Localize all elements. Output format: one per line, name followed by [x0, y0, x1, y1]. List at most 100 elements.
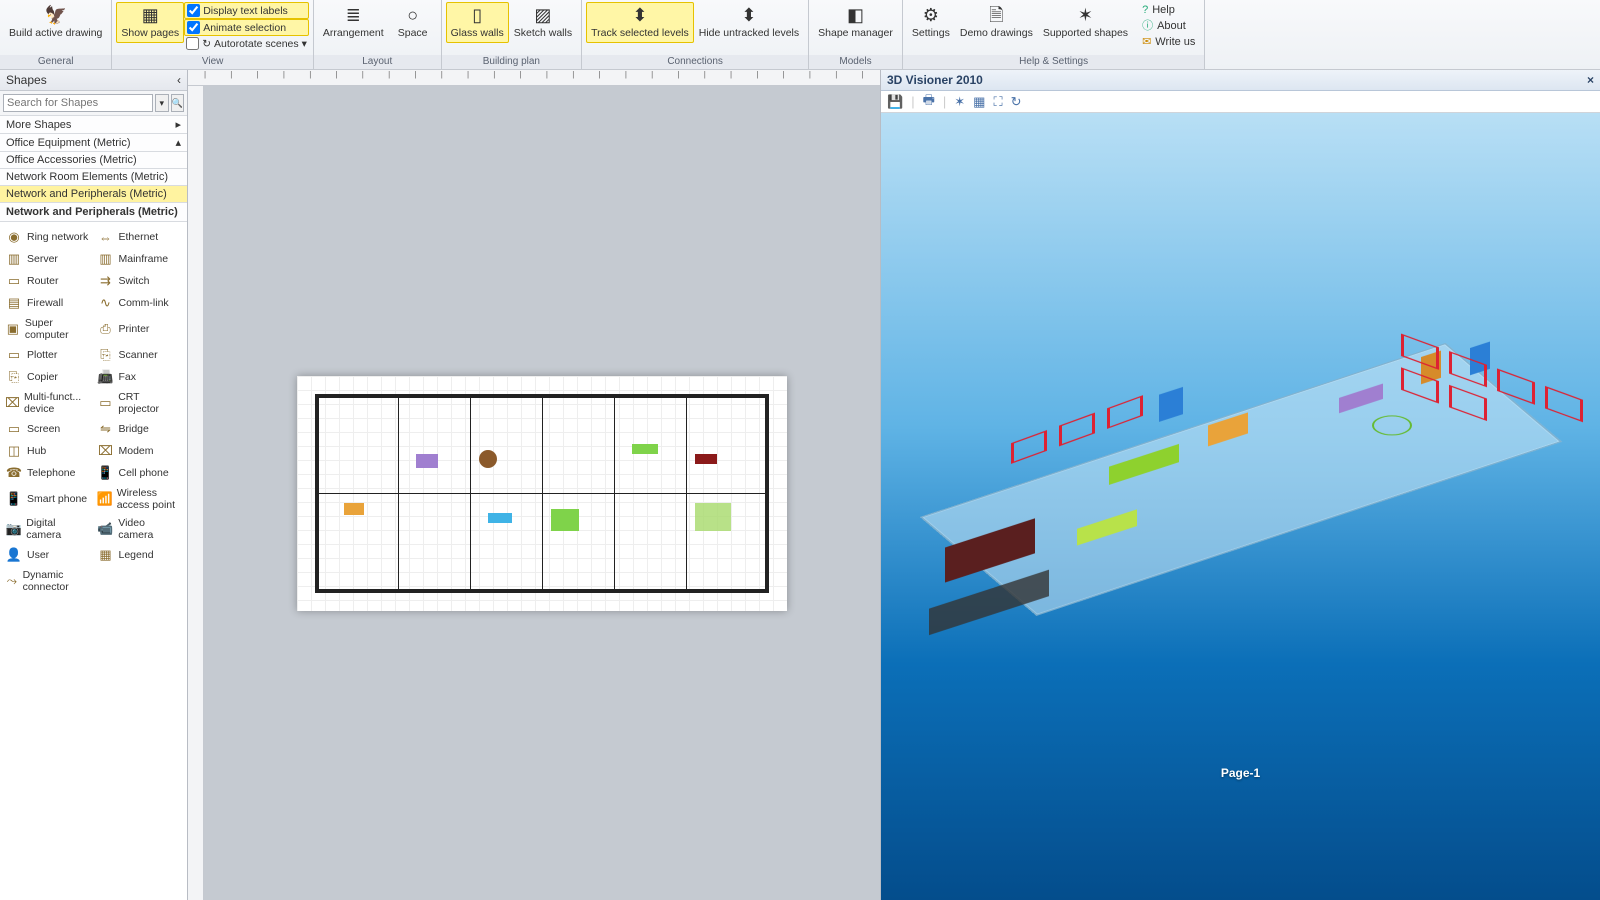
shape-item[interactable]: ▭Screen — [2, 418, 94, 440]
shape-item[interactable]: ⇋ Bridge — [94, 418, 186, 440]
save-icon[interactable]: 💾 — [887, 94, 903, 110]
show-pages-button[interactable]: ▦Show pages — [116, 2, 184, 43]
shape-icon: ⌧ — [5, 395, 20, 411]
demo-drawings-button[interactable]: 🗎Demo drawings — [955, 2, 1038, 43]
arrangement-button[interactable]: ≣Arrangement — [318, 2, 389, 43]
shape-item[interactable]: 👤User — [2, 544, 94, 566]
shape-item[interactable]: ▤Firewall — [2, 292, 94, 314]
sketch-walls-button[interactable]: ▨Sketch walls — [509, 2, 577, 43]
shape-icon: ▭ — [5, 273, 23, 289]
shape-label: Video camera — [118, 517, 182, 541]
shapes-panel-title: Shapes‹ — [0, 70, 187, 91]
rotate-icon[interactable]: ↻ — [1011, 94, 1022, 110]
shapes-panel: Shapes‹ ▾ 🔍 More Shapes▸ Office Equipmen… — [0, 70, 188, 900]
chevron-up-icon: ▴ — [175, 136, 181, 149]
shape-item[interactable]: ⇔Ethernet — [94, 226, 186, 248]
hide-untracked-levels-button[interactable]: ⬍Hide untracked levels — [694, 2, 804, 43]
shape-item[interactable]: ⤳Dynamic connector — [2, 566, 94, 596]
stencil-category[interactable]: Network Room Elements (Metric) — [0, 169, 187, 186]
shape-icon: ◉ — [5, 229, 23, 245]
shape-item[interactable]: 📶Wireless access point — [94, 484, 186, 514]
shape-icon: ⌧ — [97, 443, 115, 459]
visioner-panel: 3D Visioner 2010× 💾| 🖶| ✶ ▦ ⛶ ↻ — [880, 70, 1600, 900]
write-us-link[interactable]: ✉Write us — [1137, 34, 1200, 50]
shape-label: Legend — [119, 549, 154, 561]
shape-label: Multi-funct... device — [24, 391, 91, 415]
more-shapes-link[interactable]: More Shapes▸ — [0, 116, 187, 134]
visioner-page-label: Page-1 — [1221, 766, 1260, 780]
shape-item[interactable]: 📠Fax — [94, 366, 186, 388]
search-icon[interactable]: 🔍 — [171, 94, 185, 112]
shape-item[interactable]: ⌧Modem — [94, 440, 186, 462]
chevron-right-icon: ▸ — [175, 118, 181, 131]
track-selected-levels-button[interactable]: ⬍Track selected levels — [586, 2, 694, 43]
shape-item[interactable]: ⎘Scanner — [94, 344, 186, 366]
display-text-labels-check[interactable]: Display text labels — [184, 2, 309, 19]
shape-item[interactable]: ☎Telephone — [2, 462, 94, 484]
stencil-category[interactable]: Office Accessories (Metric) — [0, 152, 187, 169]
collapse-icon[interactable]: ‹ — [177, 73, 181, 87]
drawing-canvas[interactable] — [204, 86, 880, 900]
search-dropdown-icon[interactable]: ▾ — [155, 94, 169, 112]
shapes-search-input[interactable] — [3, 94, 153, 112]
space-icon: ○ — [400, 5, 426, 27]
shape-icon: ▣ — [5, 321, 21, 337]
shape-label: User — [27, 549, 49, 561]
shape-item[interactable]: ▥Mainframe — [94, 248, 186, 270]
camera-icon[interactable]: ✶ — [954, 94, 965, 110]
about-link[interactable]: ⓘAbout — [1137, 18, 1200, 34]
shape-label: Firewall — [27, 297, 63, 309]
print-icon[interactable]: 🖶 — [923, 91, 935, 113]
supported-shapes-button[interactable]: ✶Supported shapes — [1038, 2, 1133, 43]
shape-label: Server — [27, 253, 58, 265]
grid-icon[interactable]: ▦ — [973, 94, 985, 110]
shape-item[interactable]: 📱Smart phone — [2, 484, 94, 514]
shape-label: Printer — [119, 323, 150, 335]
shape-item[interactable]: ▣Super computer — [2, 314, 94, 344]
shape-item[interactable]: ▥Server — [2, 248, 94, 270]
stencil-category[interactable]: Network and Peripherals (Metric) — [0, 186, 187, 203]
shape-item[interactable]: ∿Comm-link — [94, 292, 186, 314]
stencil-category[interactable]: Office Equipment (Metric)▴ — [0, 134, 187, 152]
shape-item[interactable]: ⌧Multi-funct... device — [2, 388, 94, 418]
space-button[interactable]: ○Space — [389, 2, 437, 43]
build-active-drawing-button[interactable]: 🦅Build active drawing — [4, 2, 107, 43]
shape-manager-button[interactable]: ◧Shape manager — [813, 2, 898, 43]
vertical-ruler — [188, 86, 204, 900]
shape-item[interactable]: ◉Ring network — [2, 226, 94, 248]
shape-item[interactable]: ⇉Switch — [94, 270, 186, 292]
drawing-sheet[interactable] — [297, 376, 787, 611]
shape-label: Copier — [27, 371, 58, 383]
shape-item[interactable]: ◫Hub — [2, 440, 94, 462]
shape-item[interactable]: ▭Router — [2, 270, 94, 292]
shape-item[interactable]: 📷Digital camera — [2, 514, 94, 544]
ribbon-group-label: Models — [809, 55, 902, 69]
shape-icon: ▥ — [97, 251, 115, 267]
floor-plan — [315, 394, 769, 593]
shape-label: Bridge — [119, 423, 149, 435]
autorotate-scenes-check[interactable]: ↻ Autorotate scenes ▾ — [184, 36, 309, 51]
fullscreen-icon[interactable]: ⛶ — [993, 94, 1002, 110]
visioner-3d-view[interactable]: Page-1 — [881, 113, 1600, 900]
shape-item[interactable]: ▭CRT projector — [94, 388, 186, 418]
help-link[interactable]: ?Help — [1137, 2, 1200, 18]
sketch-walls-icon: ▨ — [530, 5, 556, 27]
shape-icon: 📷 — [5, 521, 22, 537]
shape-item[interactable]: ▦Legend — [94, 544, 186, 566]
glass-walls-button[interactable]: ▯Glass walls — [446, 2, 509, 43]
shape-item[interactable]: ⎘ Copier — [2, 366, 94, 388]
shape-item[interactable]: ⎙Printer — [94, 314, 186, 344]
shape-icon: ⇋ — [97, 421, 115, 437]
shape-item[interactable]: ▭Plotter — [2, 344, 94, 366]
glass-walls-icon: ▯ — [464, 5, 490, 27]
close-icon[interactable]: × — [1587, 73, 1594, 87]
shape-label: Super computer — [25, 317, 91, 341]
ribbon-group-label: Building plan — [442, 55, 581, 69]
shape-item[interactable]: 📱Cell phone — [94, 462, 186, 484]
shape-label: Fax — [119, 371, 137, 383]
animate-selection-check[interactable]: Animate selection — [184, 19, 309, 36]
settings-button[interactable]: ⚙Settings — [907, 2, 955, 43]
shape-icon: ⎘ — [5, 369, 23, 385]
drawings-icon: 🗎 — [983, 5, 1009, 27]
shape-item[interactable]: 📹Video camera — [94, 514, 186, 544]
